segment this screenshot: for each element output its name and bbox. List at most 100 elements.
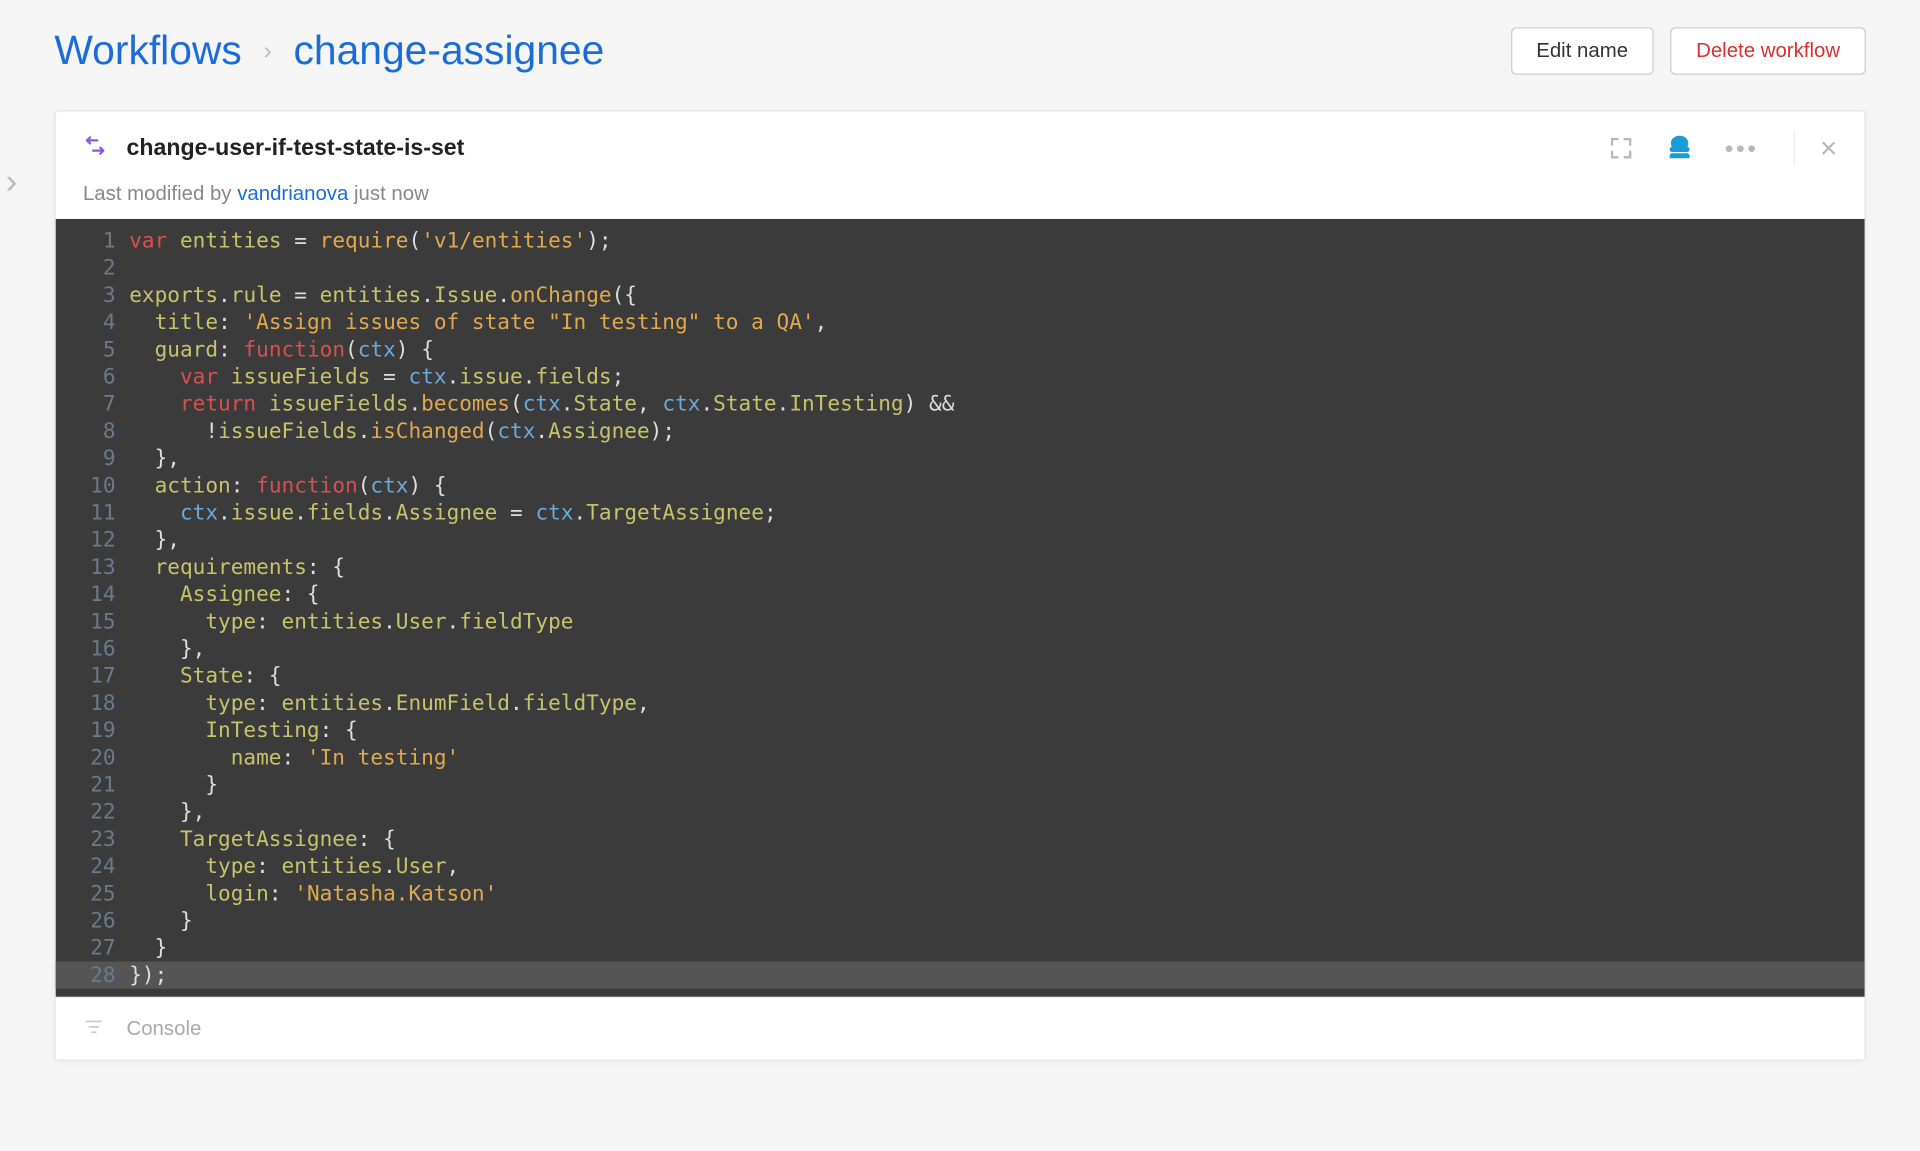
- code-line[interactable]: 10 action: function(ctx) {: [56, 472, 1865, 499]
- code-content[interactable]: Assignee: {: [129, 581, 1864, 608]
- line-number: 7: [56, 390, 129, 417]
- code-line[interactable]: 16 },: [56, 635, 1865, 662]
- modifier-user-link[interactable]: vandrianova: [237, 182, 348, 205]
- code-line[interactable]: 1var entities = require('v1/entities');: [56, 227, 1865, 254]
- code-content[interactable]: },: [129, 798, 1864, 825]
- code-content[interactable]: action: function(ctx) {: [129, 472, 1864, 499]
- edit-name-button[interactable]: Edit name: [1510, 27, 1654, 75]
- code-content[interactable]: name: 'In testing': [129, 744, 1864, 771]
- close-icon[interactable]: ×: [1794, 131, 1837, 166]
- code-content[interactable]: [129, 254, 1864, 281]
- code-content[interactable]: type: entities.EnumField.fieldType,: [129, 690, 1864, 717]
- code-line[interactable]: 14 Assignee: {: [56, 581, 1865, 608]
- line-number: 6: [56, 363, 129, 390]
- code-line[interactable]: 15 type: entities.User.fieldType: [56, 608, 1865, 635]
- breadcrumb-current[interactable]: change-assignee: [294, 28, 605, 74]
- code-line[interactable]: 6 var issueFields = ctx.issue.fields;: [56, 363, 1865, 390]
- code-content[interactable]: },: [129, 445, 1864, 472]
- code-line[interactable]: 20 name: 'In testing': [56, 744, 1865, 771]
- line-number: 24: [56, 853, 129, 880]
- code-content[interactable]: exports.rule = entities.Issue.onChange({: [129, 282, 1864, 309]
- code-line[interactable]: 21 }: [56, 771, 1865, 798]
- code-line[interactable]: 18 type: entities.EnumField.fieldType,: [56, 690, 1865, 717]
- line-number: 4: [56, 309, 129, 336]
- code-line[interactable]: 5 guard: function(ctx) {: [56, 336, 1865, 363]
- code-content[interactable]: }: [129, 771, 1864, 798]
- code-content[interactable]: }: [129, 907, 1864, 934]
- code-content[interactable]: requirements: {: [129, 554, 1864, 581]
- line-number: 19: [56, 717, 129, 744]
- line-number: 11: [56, 499, 129, 526]
- code-line[interactable]: 2: [56, 254, 1865, 281]
- code-line[interactable]: 9 },: [56, 445, 1865, 472]
- code-line[interactable]: 25 login: 'Natasha.Katson': [56, 880, 1865, 907]
- code-content[interactable]: !issueFields.isChanged(ctx.Assignee);: [129, 418, 1864, 445]
- code-line[interactable]: 17 State: {: [56, 662, 1865, 689]
- code-content[interactable]: title: 'Assign issues of state "In testi…: [129, 309, 1864, 336]
- code-line[interactable]: 11 ctx.issue.fields.Assignee = ctx.Targe…: [56, 499, 1865, 526]
- line-number: 2: [56, 254, 129, 281]
- line-number: 5: [56, 336, 129, 363]
- line-number: 27: [56, 934, 129, 961]
- code-content[interactable]: login: 'Natasha.Katson': [129, 880, 1864, 907]
- code-content[interactable]: });: [129, 962, 1864, 989]
- line-number: 12: [56, 526, 129, 553]
- line-number: 26: [56, 907, 129, 934]
- line-number: 28: [56, 962, 129, 989]
- line-number: 13: [56, 554, 129, 581]
- line-number: 9: [56, 445, 129, 472]
- line-number: 22: [56, 798, 129, 825]
- code-line[interactable]: 8 !issueFields.isChanged(ctx.Assignee);: [56, 418, 1865, 445]
- code-line[interactable]: 27 }: [56, 934, 1865, 961]
- console-filter-icon[interactable]: [83, 1015, 105, 1042]
- code-line[interactable]: 22 },: [56, 798, 1865, 825]
- delete-workflow-button[interactable]: Delete workflow: [1670, 27, 1866, 75]
- line-number: 8: [56, 418, 129, 445]
- code-line[interactable]: 4 title: 'Assign issues of state "In tes…: [56, 309, 1865, 336]
- code-line[interactable]: 23 TargetAssignee: {: [56, 826, 1865, 853]
- agent-icon[interactable]: [1665, 133, 1695, 163]
- fullscreen-icon[interactable]: [1608, 135, 1635, 162]
- code-content[interactable]: return issueFields.becomes(ctx.State, ct…: [129, 390, 1864, 417]
- code-line[interactable]: 7 return issueFields.becomes(ctx.State, …: [56, 390, 1865, 417]
- line-number: 23: [56, 826, 129, 853]
- line-number: 15: [56, 608, 129, 635]
- code-content[interactable]: var issueFields = ctx.issue.fields;: [129, 363, 1864, 390]
- code-content[interactable]: },: [129, 526, 1864, 553]
- code-content[interactable]: guard: function(ctx) {: [129, 336, 1864, 363]
- line-number: 16: [56, 635, 129, 662]
- code-content[interactable]: type: entities.User,: [129, 853, 1864, 880]
- line-number: 10: [56, 472, 129, 499]
- breadcrumb: Workflows › change-assignee: [54, 28, 604, 74]
- code-content[interactable]: },: [129, 635, 1864, 662]
- line-number: 14: [56, 581, 129, 608]
- code-line[interactable]: 28});: [56, 962, 1865, 989]
- line-number: 20: [56, 744, 129, 771]
- code-line[interactable]: 26 }: [56, 907, 1865, 934]
- line-number: 25: [56, 880, 129, 907]
- breadcrumb-root[interactable]: Workflows: [54, 28, 241, 74]
- code-line[interactable]: 3exports.rule = entities.Issue.onChange(…: [56, 282, 1865, 309]
- rule-editor-panel: change-user-if-test-state-is-set ••• × L…: [54, 110, 1866, 1061]
- code-line[interactable]: 19 InTesting: {: [56, 717, 1865, 744]
- code-line[interactable]: 24 type: entities.User,: [56, 853, 1865, 880]
- code-line[interactable]: 12 },: [56, 526, 1865, 553]
- code-content[interactable]: type: entities.User.fieldType: [129, 608, 1864, 635]
- rule-type-icon: [83, 133, 107, 164]
- rule-title: change-user-if-test-state-is-set: [126, 135, 464, 162]
- line-number: 3: [56, 282, 129, 309]
- code-editor[interactable]: 1var entities = require('v1/entities');2…: [56, 219, 1865, 997]
- code-line[interactable]: 13 requirements: {: [56, 554, 1865, 581]
- code-content[interactable]: TargetAssignee: {: [129, 826, 1864, 853]
- console-bar[interactable]: Console: [56, 997, 1865, 1060]
- code-content[interactable]: ctx.issue.fields.Assignee = ctx.TargetAs…: [129, 499, 1864, 526]
- line-number: 21: [56, 771, 129, 798]
- more-actions-icon[interactable]: •••: [1725, 134, 1759, 163]
- line-number: 1: [56, 227, 129, 254]
- line-number: 17: [56, 662, 129, 689]
- expand-sidebar-toggle[interactable]: ›: [5, 160, 17, 202]
- code-content[interactable]: }: [129, 934, 1864, 961]
- code-content[interactable]: State: {: [129, 662, 1864, 689]
- code-content[interactable]: var entities = require('v1/entities');: [129, 227, 1864, 254]
- code-content[interactable]: InTesting: {: [129, 717, 1864, 744]
